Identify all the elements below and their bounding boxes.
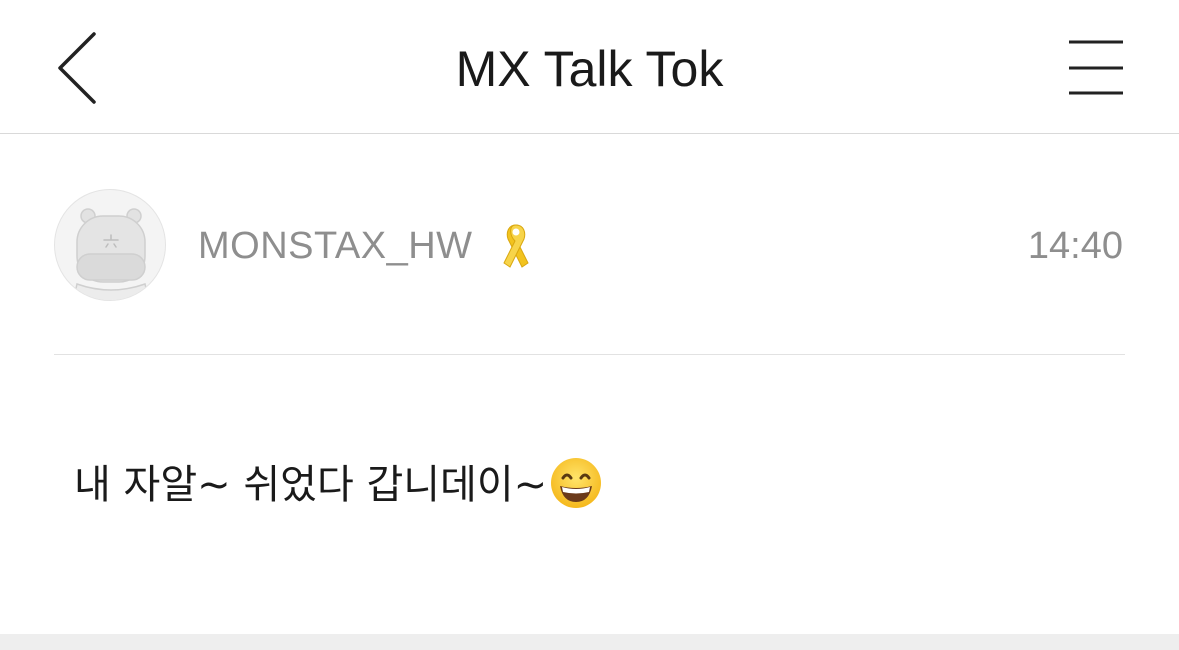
divider: [54, 354, 1125, 355]
page-title: MX Talk Tok: [455, 41, 724, 97]
message-text: 내 자알~ 쉬었다 갑니데이~: [74, 462, 548, 508]
avatar[interactable]: [54, 189, 166, 301]
yellow-ribbon-icon: [498, 221, 534, 271]
message-body: 내 자알~ 쉬었다 갑니데이~: [74, 452, 603, 510]
hamburger-menu-icon: [1069, 40, 1123, 95]
top-bar: MX Talk Tok: [0, 0, 1179, 134]
post-header: MONSTAX_HW 14:40: [54, 188, 1125, 302]
username[interactable]: MONSTAX_HW: [198, 225, 473, 268]
screen: MX Talk Tok MONSTAX_HW 14:40 내 자알~ 쉬었다 갑…: [0, 0, 1179, 650]
bottom-bar: [0, 634, 1179, 650]
hippo-avatar-icon: [72, 208, 150, 300]
menu-button[interactable]: [1064, 38, 1128, 100]
grinning-face-emoji-icon: [549, 456, 603, 510]
back-button[interactable]: [48, 28, 108, 108]
chevron-left-icon: [58, 32, 96, 104]
post-time: 14:40: [1027, 225, 1123, 267]
